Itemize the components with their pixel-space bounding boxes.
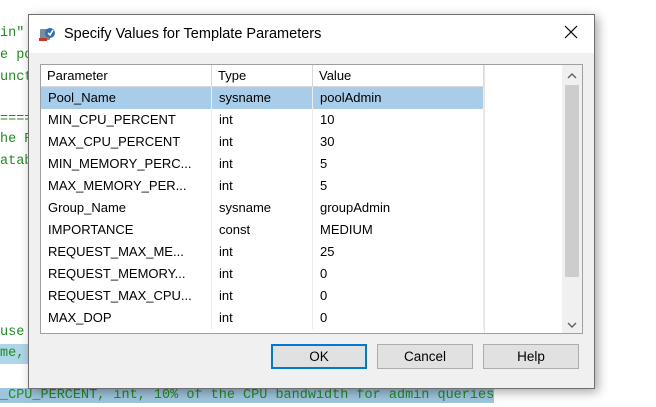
cell-type: int [212, 175, 313, 197]
close-button[interactable] [548, 15, 594, 53]
cell-type: int [212, 153, 313, 175]
cell-value[interactable]: 30 [313, 131, 484, 153]
table-row[interactable]: MAX_CPU_PERCENT int 30 [41, 131, 484, 153]
cell-value[interactable]: groupAdmin [313, 197, 484, 219]
cell-value[interactable]: 25 [313, 241, 484, 263]
column-header-type[interactable]: Type [212, 65, 313, 86]
cell-value[interactable]: 0 [313, 285, 484, 307]
cell-value[interactable]: MEDIUM [313, 219, 484, 241]
cell-parameter: MAX_DOP [41, 307, 212, 329]
table-row[interactable]: REQUEST_MEMORY... int 0 [41, 263, 484, 285]
chevron-down-icon [567, 315, 577, 333]
table-row[interactable]: MAX_DOP int 0 [41, 307, 484, 329]
table-row[interactable]: REQUEST_MAX_CPU... int 0 [41, 285, 484, 307]
cell-type: int [212, 285, 313, 307]
cell-type: int [212, 307, 313, 329]
cell-parameter: MIN_CPU_PERCENT [41, 109, 212, 131]
template-parameters-dialog: Specify Values for Template Parameters P… [28, 14, 595, 389]
cell-type: int [212, 131, 313, 153]
chevron-up-icon [567, 66, 577, 84]
cell-parameter: MAX_MEMORY_PER... [41, 175, 212, 197]
cell-parameter: REQUEST_MAX_CPU... [41, 285, 212, 307]
table-row[interactable]: Pool_Name sysname poolAdmin [41, 87, 484, 109]
cell-value[interactable]: 10 [313, 109, 484, 131]
cell-value[interactable]: 5 [313, 175, 484, 197]
code-line-text: _CPU_PERCENT, int, 10% of the CPU bandwi… [0, 388, 495, 403]
cell-parameter: Pool_Name [41, 87, 212, 109]
parameters-table: Parameter Type Value Pool_Name sysname p… [41, 65, 484, 329]
table-row[interactable]: MAX_MEMORY_PER... int 5 [41, 175, 484, 197]
dialog-title: Specify Values for Template Parameters [64, 26, 322, 42]
cell-value[interactable]: 0 [313, 263, 484, 285]
grid-filler-column [484, 65, 565, 333]
cell-type: int [212, 263, 313, 285]
help-button[interactable]: Help [483, 344, 579, 369]
cell-value[interactable]: poolAdmin [313, 87, 484, 109]
grid-header: Parameter Type Value [41, 65, 484, 87]
close-icon [564, 25, 578, 44]
cell-parameter: IMPORTANCE [41, 219, 212, 241]
table-row[interactable]: MIN_MEMORY_PERC... int 5 [41, 153, 484, 175]
cell-parameter: Group_Name [41, 197, 212, 219]
table-row[interactable]: REQUEST_MAX_ME... int 25 [41, 241, 484, 263]
code-line: use [0, 325, 25, 340]
cell-parameter: REQUEST_MAX_ME... [41, 241, 212, 263]
cell-parameter: REQUEST_MEMORY... [41, 263, 212, 285]
ssms-app-icon [39, 26, 56, 42]
vertical-scrollbar[interactable] [562, 65, 582, 333]
cell-type: const [212, 219, 313, 241]
scroll-up-button[interactable] [562, 65, 582, 84]
dialog-titlebar[interactable]: Specify Values for Template Parameters [29, 15, 594, 53]
cell-type: sysname [212, 197, 313, 219]
cancel-button[interactable]: Cancel [377, 344, 473, 369]
code-line-selected: _CPU_PERCENT, int, 10% of the CPU bandwi… [0, 386, 495, 406]
table-row[interactable]: Group_Name sysname groupAdmin [41, 197, 484, 219]
cell-type: int [212, 109, 313, 131]
cell-type: int [212, 241, 313, 263]
table-row[interactable]: MIN_CPU_PERCENT int 10 [41, 109, 484, 131]
cell-parameter: MIN_MEMORY_PERC... [41, 153, 212, 175]
scrollbar-thumb[interactable] [565, 85, 579, 277]
table-row[interactable]: IMPORTANCE const MEDIUM [41, 219, 484, 241]
cell-value[interactable]: 5 [313, 153, 484, 175]
cell-parameter: MAX_CPU_PERCENT [41, 131, 212, 153]
cell-type: sysname [212, 87, 313, 109]
column-header-parameter[interactable]: Parameter [41, 65, 212, 86]
ok-button[interactable]: OK [271, 344, 367, 369]
parameters-grid[interactable]: Parameter Type Value Pool_Name sysname p… [40, 64, 583, 334]
column-header-value[interactable]: Value [313, 65, 484, 86]
scroll-down-button[interactable] [562, 314, 582, 333]
code-line: in" [0, 26, 25, 41]
cell-value[interactable]: 0 [313, 307, 484, 329]
code-line-selected: me, [0, 344, 30, 364]
